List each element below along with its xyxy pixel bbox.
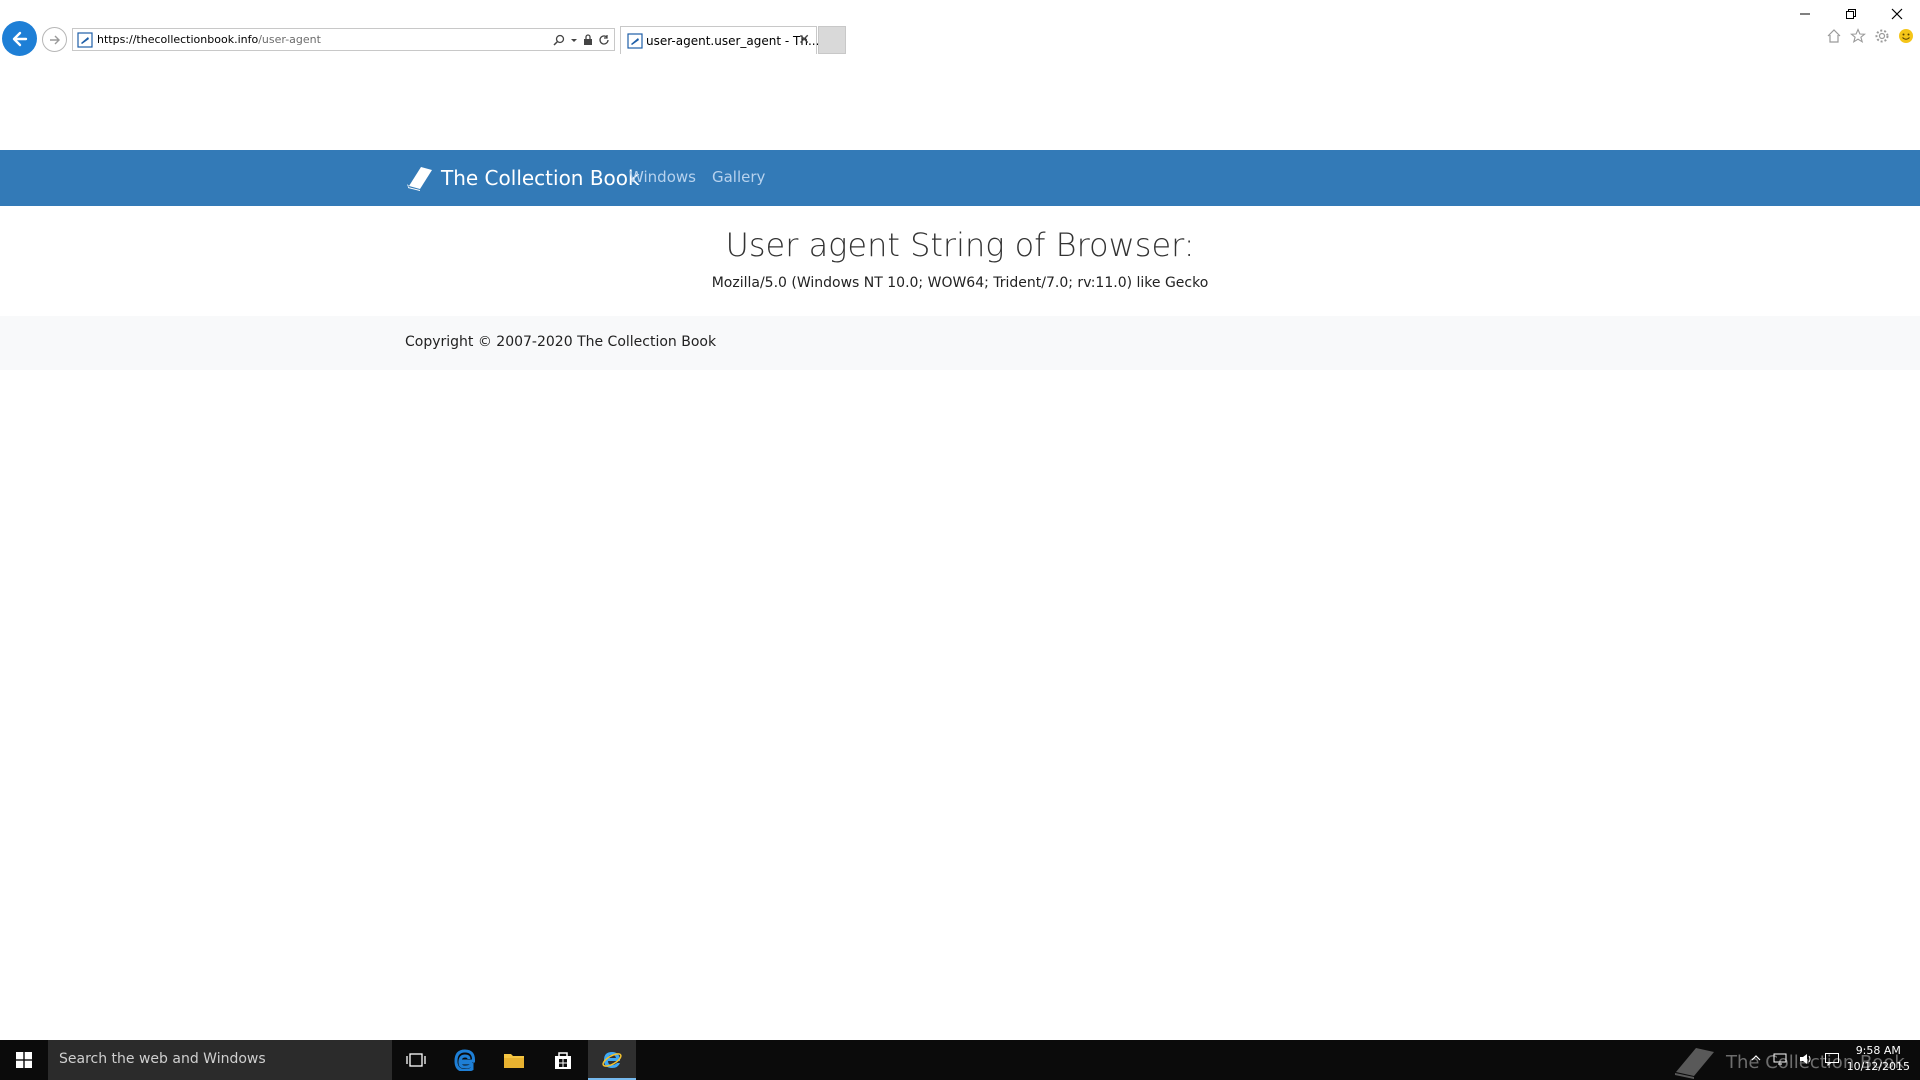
clock-time: 9:58 AM (1855, 1044, 1901, 1057)
chevron-up-icon[interactable] (1750, 1052, 1762, 1064)
taskbar-clock[interactable]: 9:58 AM 10/12/2015 (1847, 1043, 1910, 1075)
system-tray (1750, 1052, 1840, 1066)
folder-icon (504, 1054, 524, 1068)
store-bag-icon (555, 1052, 571, 1069)
edge-button[interactable] (441, 1040, 489, 1080)
windows-logo-icon (16, 1052, 32, 1068)
page-heading: User agent String of Browser: (725, 226, 1195, 264)
close-button[interactable] (1874, 0, 1920, 28)
copyright-text: Copyright © 2007-2020 The Collection Boo… (405, 334, 717, 350)
browser-chrome: https://thecollectionbook.info/user-agen… (0, 0, 1920, 80)
browser-tab[interactable]: user-agent.user_agent - Th... ✕ (620, 26, 820, 54)
store-button[interactable] (539, 1040, 587, 1080)
minimize-button[interactable] (1782, 0, 1828, 28)
settings-gear-icon[interactable] (1874, 28, 1890, 44)
book-watermark-icon (1675, 1048, 1714, 1079)
search-icon[interactable] (553, 34, 565, 46)
restore-button[interactable] (1828, 0, 1874, 28)
forward-button[interactable] (42, 27, 67, 52)
user-agent-string: Mozilla/5.0 (Windows NT 10.0; WOW64; Tri… (711, 275, 1209, 291)
tab-close-icon[interactable]: ✕ (798, 32, 810, 48)
minimize-icon (1800, 13, 1810, 15)
site-navbar: The Collection Book Windows Gallery (0, 150, 1920, 206)
address-bar[interactable]: https://thecollectionbook.info/user-agen… (72, 28, 615, 51)
task-view-icon (406, 1053, 426, 1067)
arrow-left-icon (12, 31, 27, 46)
favorites-star-icon[interactable] (1850, 28, 1866, 44)
file-explorer-button[interactable] (490, 1040, 538, 1080)
windows-taskbar: Search the web and Windows The Collectio… (0, 1040, 1920, 1080)
tab-favicon-icon (627, 33, 643, 49)
restore-icon (1846, 9, 1856, 19)
start-button[interactable] (0, 1040, 48, 1080)
internet-explorer-button[interactable] (588, 1040, 636, 1080)
refresh-icon[interactable] (598, 34, 610, 46)
nav-gallery-link[interactable]: Gallery (712, 168, 765, 186)
search-placeholder: Search the web and Windows (59, 1051, 266, 1067)
site-favicon-icon (77, 32, 93, 48)
window-controls (1782, 0, 1920, 28)
brand-name: The Collection Book (441, 166, 640, 190)
edge-logo-icon (454, 1049, 476, 1071)
browser-tools (1826, 28, 1914, 44)
smiley-feedback-icon[interactable] (1898, 28, 1914, 44)
dropdown-caret-icon[interactable] (570, 34, 578, 46)
notifications-icon[interactable] (1824, 1052, 1840, 1066)
tab-title: user-agent.user_agent - Th... (646, 34, 820, 48)
clock-date: 10/12/2015 (1846, 1060, 1910, 1073)
network-icon[interactable] (1772, 1052, 1788, 1066)
new-tab-button[interactable] (818, 26, 846, 54)
volume-icon[interactable] (1798, 1052, 1814, 1066)
brand-link[interactable]: The Collection Book (405, 164, 640, 192)
taskbar-search-box[interactable]: Search the web and Windows (48, 1040, 392, 1080)
book-logo-icon (407, 167, 432, 191)
back-button[interactable] (2, 21, 37, 56)
home-icon[interactable] (1826, 28, 1842, 44)
task-view-button[interactable] (392, 1040, 440, 1080)
lock-icon[interactable] (583, 34, 593, 46)
arrow-right-icon (49, 35, 60, 44)
nav-windows-link[interactable]: Windows (629, 168, 696, 186)
nav-links: Windows Gallery (629, 168, 765, 186)
page-footer: Copyright © 2007-2020 The Collection Boo… (0, 316, 1920, 370)
url-text: https://thecollectionbook.info/user-agen… (97, 33, 321, 46)
internet-explorer-icon (602, 1052, 622, 1068)
close-icon (1891, 8, 1903, 20)
